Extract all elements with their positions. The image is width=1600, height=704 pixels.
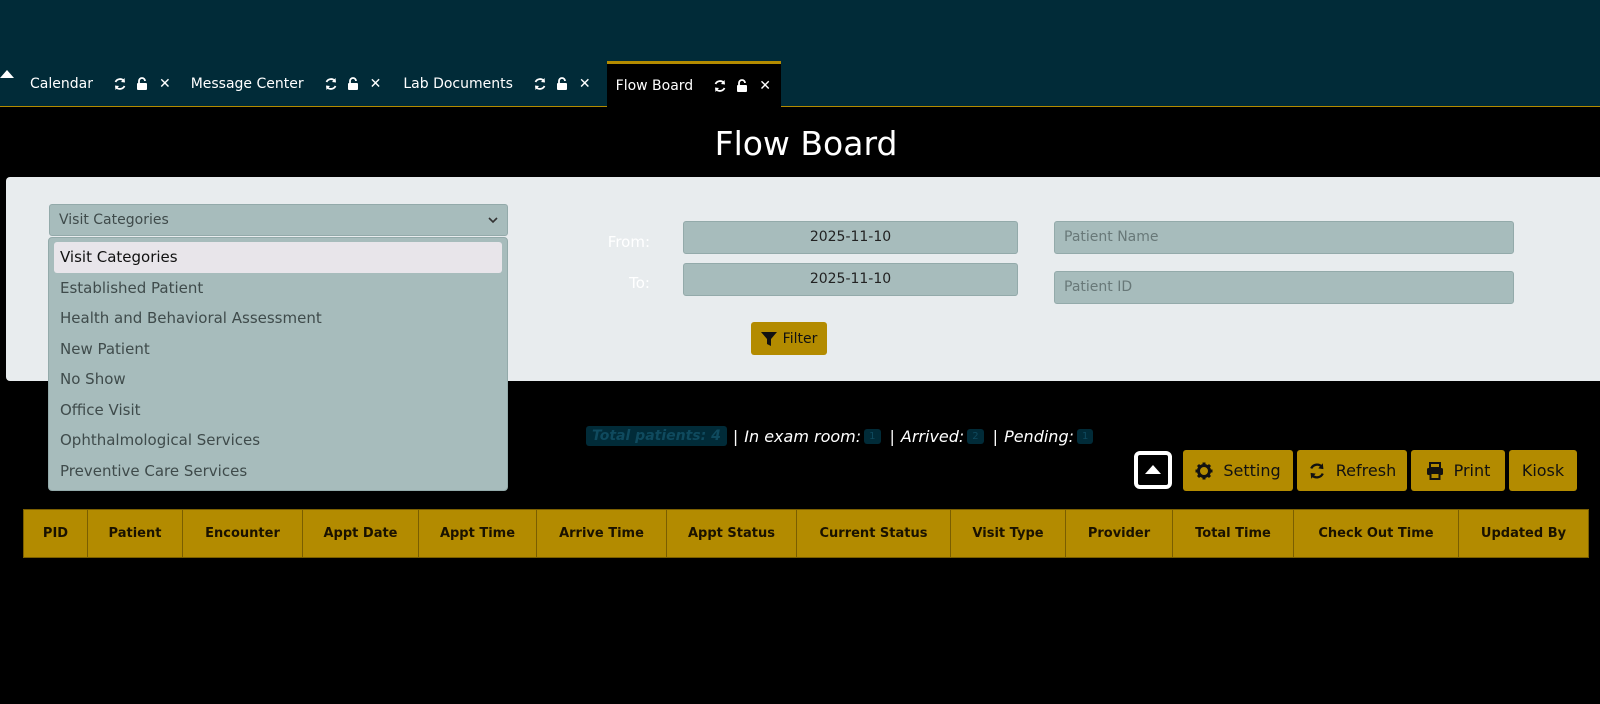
close-icon[interactable]: ✕ (759, 79, 771, 93)
kiosk-button[interactable]: Kiosk (1509, 450, 1577, 491)
column-header[interactable]: Appt Time (419, 510, 537, 557)
total-value: 4 (711, 428, 721, 444)
chevron-down-icon (488, 217, 498, 224)
print-button[interactable]: Print (1411, 450, 1505, 491)
pending-count: 1 (1076, 428, 1094, 444)
column-header[interactable]: Encounter (183, 510, 303, 557)
column-header[interactable]: Appt Date (303, 510, 419, 557)
arrived-label: Arrived: (900, 426, 965, 446)
caret-up-icon (1145, 465, 1161, 474)
patient-id-input[interactable]: Patient ID (1054, 271, 1514, 304)
filter-label: Filter (782, 330, 818, 347)
dropdown-option[interactable]: New Patient (54, 334, 502, 365)
column-header[interactable]: Updated By (1459, 510, 1588, 557)
close-icon[interactable]: ✕ (579, 77, 591, 91)
unlock-icon[interactable] (346, 77, 360, 91)
print-label: Print (1453, 461, 1491, 480)
unlock-icon[interactable] (735, 78, 749, 93)
from-date-input[interactable]: 2025-11-10 (683, 221, 1018, 254)
tab-bar: Calendar ✕ Message Center ✕ Lab Document… (0, 0, 1600, 107)
dropdown-option[interactable]: Visit Categories (54, 242, 502, 273)
refresh-label: Refresh (1335, 461, 1397, 480)
to-label: To: (629, 274, 650, 292)
collapse-filters-button[interactable] (1134, 451, 1172, 489)
flow-board-table-header: PID Patient Encounter Appt Date Appt Tim… (23, 509, 1589, 558)
dropdown-option[interactable]: Established Patient (54, 273, 502, 304)
close-icon[interactable]: ✕ (159, 77, 171, 91)
column-header[interactable]: Current Status (797, 510, 951, 557)
dropdown-option[interactable]: Preventive Care Services (54, 456, 502, 487)
column-header[interactable]: Total Time (1173, 510, 1294, 557)
dropdown-option[interactable]: Ophthalmological Services (54, 425, 502, 456)
tab-flow-board[interactable]: Flow Board ✕ (606, 61, 781, 107)
column-header[interactable]: Check Out Time (1294, 510, 1459, 557)
setting-button[interactable]: Setting (1183, 450, 1293, 491)
gear-icon (1195, 462, 1213, 479)
tab-label: Lab Documents (403, 76, 513, 92)
exam-room-count: 1 (864, 428, 881, 444)
visit-category-select[interactable]: Visit Categories (49, 204, 508, 236)
refresh-icon[interactable] (533, 77, 547, 91)
refresh-icon[interactable] (113, 77, 127, 91)
dropdown-option[interactable]: Health and Behavioral Assessment (54, 303, 502, 334)
tab-label: Message Center (190, 76, 304, 92)
dropdown-option[interactable]: Office Visit (54, 395, 502, 426)
close-icon[interactable]: ✕ (370, 77, 382, 91)
column-header[interactable]: Patient (88, 510, 183, 557)
pending-label: Pending: (1004, 426, 1074, 446)
kiosk-label: Kiosk (1521, 461, 1565, 480)
unlock-icon[interactable] (135, 77, 149, 91)
total-label: Total patients: (592, 428, 707, 444)
unlock-icon[interactable] (555, 77, 569, 91)
refresh-button[interactable]: Refresh (1297, 450, 1407, 491)
page-title: Flow Board (714, 124, 898, 163)
column-header[interactable]: PID (24, 510, 88, 557)
print-icon (1426, 461, 1443, 480)
column-header[interactable]: Appt Status (667, 510, 797, 557)
arrived-count: 2 (967, 428, 984, 444)
column-header[interactable]: Arrive Time (537, 510, 667, 557)
column-header[interactable]: Provider (1066, 510, 1173, 557)
refresh-icon[interactable] (324, 77, 338, 91)
select-value: Visit Categories (59, 212, 169, 228)
tab-label: Flow Board (615, 77, 694, 94)
patient-name-input[interactable]: Patient Name (1054, 221, 1514, 254)
tab-message-center[interactable]: Message Center ✕ (181, 61, 392, 107)
patient-counts: Total patients: 4 | In exam room: 1 | Ar… (586, 424, 1096, 448)
filter-icon (760, 331, 777, 346)
tab-calendar[interactable]: Calendar ✕ (0, 61, 181, 107)
exam-room-label: In exam room: (744, 426, 862, 446)
column-header[interactable]: Visit Type (951, 510, 1066, 557)
refresh-icon[interactable] (713, 79, 727, 93)
visit-category-dropdown: Visit Categories Established Patient Hea… (48, 237, 508, 491)
dropdown-option[interactable]: No Show (54, 364, 502, 395)
setting-label: Setting (1223, 461, 1281, 480)
refresh-icon (1309, 462, 1324, 479)
tabs: Calendar ✕ Message Center ✕ Lab Document… (0, 61, 781, 107)
tab-lab-documents[interactable]: Lab Documents ✕ (391, 61, 600, 107)
to-date-input[interactable]: 2025-11-10 (683, 263, 1018, 296)
tab-label: Calendar (30, 76, 93, 92)
from-label: From: (607, 233, 650, 251)
total-patients-badge: Total patients: 4 (586, 426, 727, 446)
filter-button[interactable]: Filter (751, 322, 827, 355)
